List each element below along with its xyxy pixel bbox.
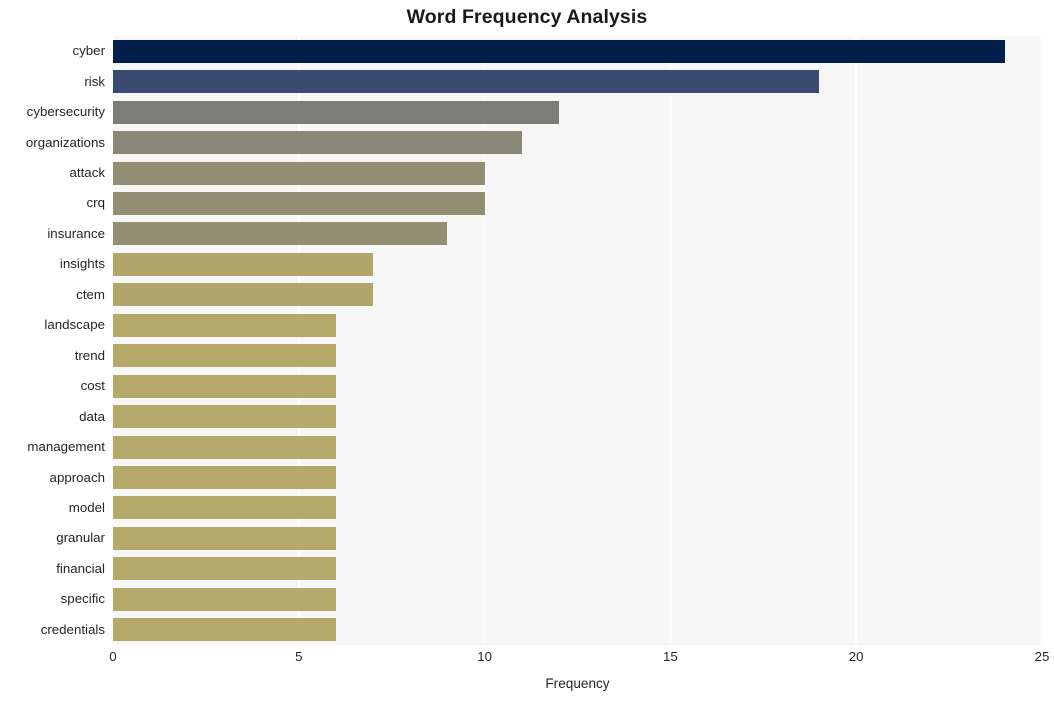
y-tick-label-cost: cost [80, 378, 105, 394]
y-tick-label-model: model [68, 499, 105, 515]
bar-model[interactable] [113, 496, 336, 520]
bar-approach[interactable] [113, 466, 336, 489]
bar-row [113, 100, 1042, 124]
bar-row [113, 191, 1042, 215]
bar-row [113, 374, 1042, 398]
y-tick-label-trend: trend [74, 347, 105, 363]
bar-data[interactable] [113, 405, 336, 429]
bar-granular[interactable] [113, 526, 336, 550]
x-axis-tick-labels: 0 5 10 15 20 25 [109, 649, 1049, 670]
bar-organizations[interactable] [113, 131, 522, 155]
y-tick-label-data: data [79, 408, 105, 424]
y-tick-label-cyber: cyber [72, 43, 105, 59]
bar-crq[interactable] [113, 191, 485, 215]
y-tick-label-specific: specific [60, 591, 105, 607]
bar-cost[interactable] [113, 374, 336, 398]
y-tick-label-ctem: ctem [76, 286, 105, 302]
y-tick-label-risk: risk [84, 73, 105, 89]
bar-cyber[interactable] [113, 39, 1005, 63]
bar-management[interactable] [113, 435, 336, 459]
y-tick-label-attack: attack [69, 165, 105, 181]
bar-ctem[interactable] [113, 283, 374, 307]
bar-credentials[interactable] [113, 618, 336, 642]
x-tick-label-0: 0 [109, 649, 117, 664]
bar-attack[interactable] [113, 161, 485, 185]
x-axis-title: Frequency [545, 676, 610, 691]
bar-financial[interactable] [113, 557, 336, 581]
bar-row [113, 161, 1042, 185]
bar-row [113, 466, 1042, 489]
y-tick-label-insights: insights [59, 256, 105, 272]
bar-landscape[interactable] [113, 313, 336, 337]
bar-row [113, 39, 1042, 63]
y-tick-label-insurance: insurance [47, 225, 105, 241]
chart-title: Word Frequency Analysis [406, 6, 648, 28]
bar-cybersecurity[interactable] [113, 100, 559, 124]
bar-row [113, 618, 1042, 642]
bar-risk[interactable] [113, 70, 820, 94]
bar-row [113, 344, 1042, 368]
y-tick-label-granular: granular [56, 530, 105, 546]
bar-row [113, 131, 1042, 155]
y-tick-label-management: management [27, 439, 105, 455]
y-tick-label-organizations: organizations [25, 134, 105, 150]
bars-layer [113, 36, 1042, 645]
y-tick-label-credentials: credentials [40, 621, 105, 637]
x-tick-label-20: 20 [848, 649, 864, 664]
x-tick-label-10: 10 [477, 649, 492, 664]
x-tick-label-15: 15 [662, 649, 678, 664]
y-tick-label-approach: approach [49, 469, 105, 485]
bar-row [113, 313, 1042, 337]
bar-row [113, 222, 1042, 246]
bar-row [113, 526, 1042, 550]
bar-row [113, 435, 1042, 459]
y-tick-label-crq: crq [86, 195, 105, 211]
bar-row [113, 70, 1042, 94]
bar-row [113, 587, 1042, 611]
x-tick-label-25: 25 [1034, 649, 1050, 664]
bar-insights[interactable] [113, 252, 374, 276]
bar-specific[interactable] [113, 587, 336, 611]
bar-row [113, 557, 1042, 581]
word-frequency-chart: Word Frequency Analysis cyber risk cyberse… [0, 0, 1054, 701]
bar-trend[interactable] [113, 344, 336, 368]
bar-row [113, 405, 1042, 429]
plot-area [112, 36, 1043, 645]
bar-row [113, 496, 1042, 520]
bar-insurance[interactable] [113, 222, 448, 246]
x-tick-label-5: 5 [295, 649, 303, 664]
bar-row [113, 283, 1042, 307]
y-tick-label-financial: financial [56, 560, 105, 576]
y-tick-label-landscape: landscape [44, 317, 105, 333]
y-tick-label-cybersecurity: cybersecurity [26, 104, 105, 120]
y-axis-tick-labels: cyber risk cybersecurity organizations attac… [0, 36, 105, 645]
bar-row [113, 252, 1042, 276]
